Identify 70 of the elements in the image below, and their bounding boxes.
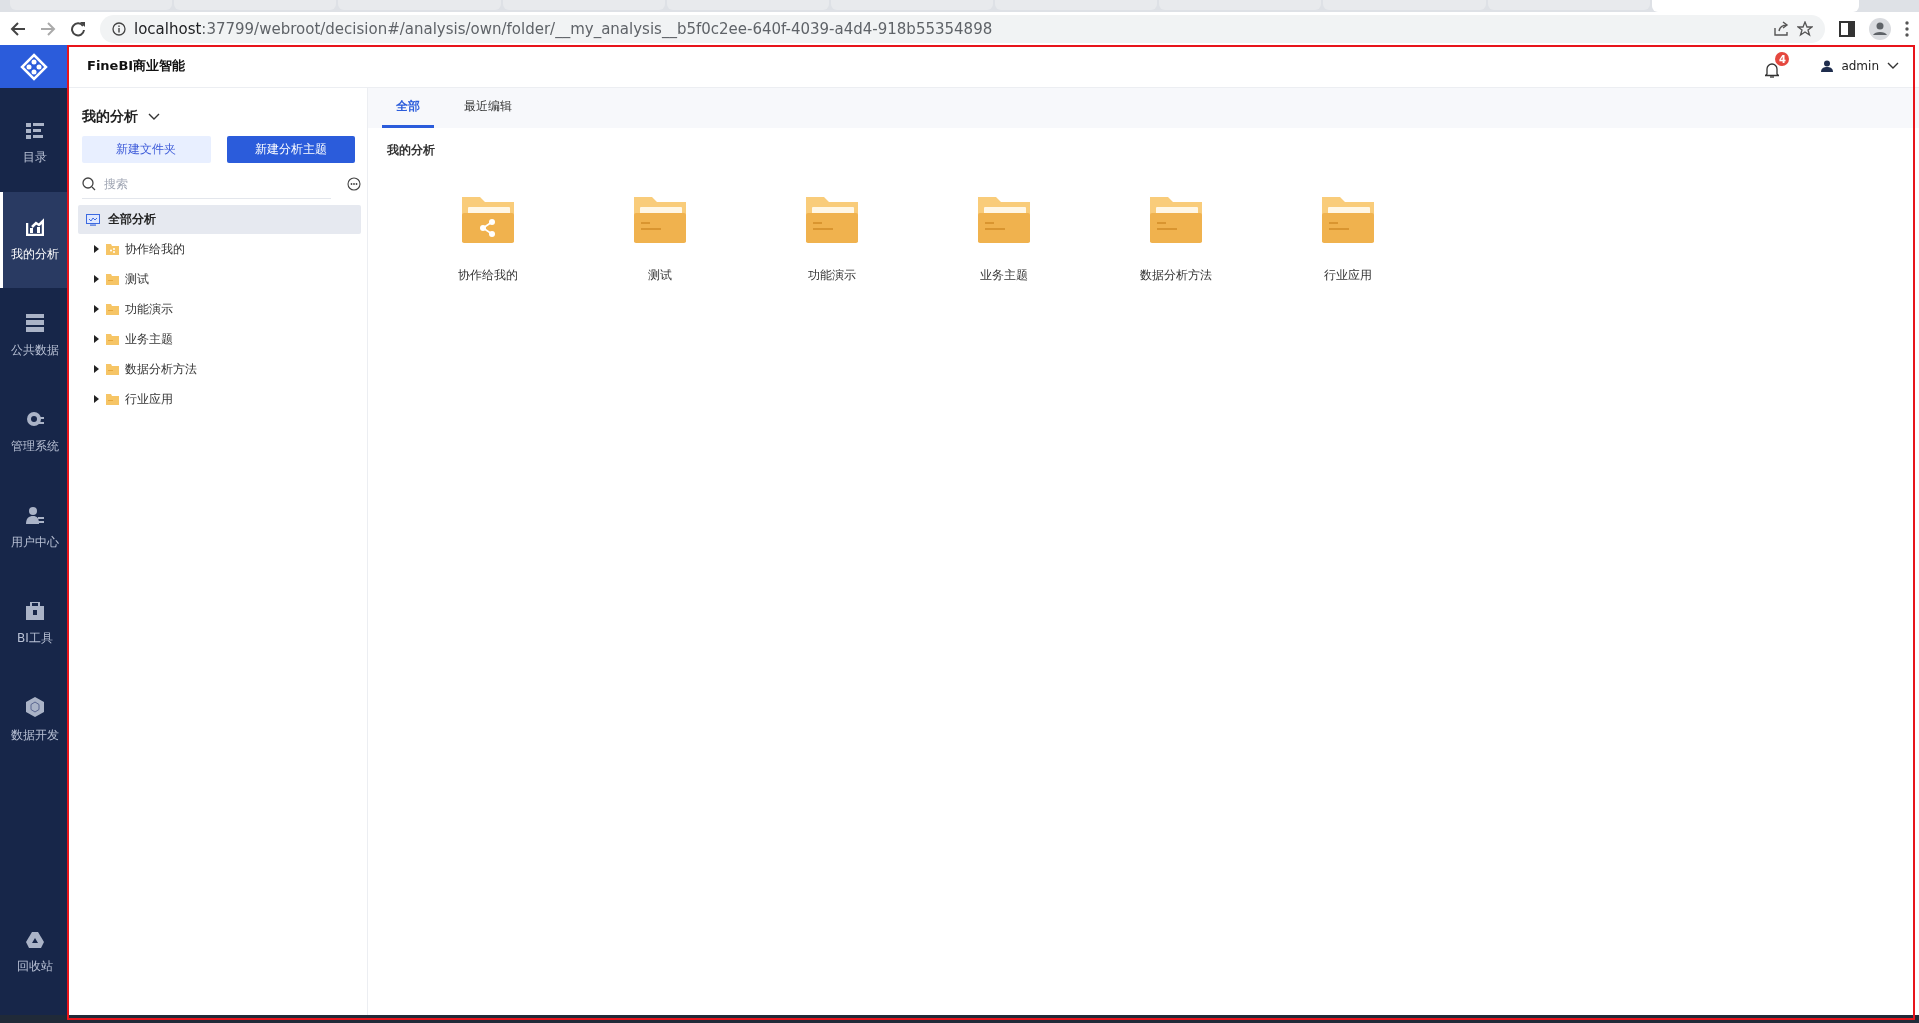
reload-icon[interactable] <box>70 20 86 37</box>
panel-title[interactable]: 我的分析 <box>82 108 138 126</box>
folder-item[interactable]: 测试 <box>574 195 746 284</box>
bell-icon <box>1765 62 1780 78</box>
more-icon[interactable] <box>347 177 361 191</box>
nav-item[interactable]: 管理系统 <box>0 384 67 480</box>
notification-button[interactable]: 4 <box>1765 52 1792 80</box>
menu-icon[interactable] <box>1905 20 1909 37</box>
nav-item[interactable]: BI工具 <box>0 576 67 672</box>
toolbox-icon <box>26 601 44 620</box>
nav-item[interactable]: 回收站 <box>0 905 67 1001</box>
shared-folder-icon <box>460 195 516 245</box>
folder-icon <box>106 303 119 315</box>
nav-item[interactable]: 数据开发 <box>0 672 67 768</box>
folder-item[interactable]: 功能演示 <box>746 195 918 284</box>
logo[interactable] <box>0 45 67 88</box>
folder-icon <box>632 195 688 245</box>
folder-item[interactable]: 业务主题 <box>918 195 1090 284</box>
section-title: 我的分析 <box>386 142 436 159</box>
chart-icon <box>26 217 44 236</box>
nav-item[interactable]: 目录 <box>0 96 67 192</box>
forward-icon[interactable] <box>40 20 56 37</box>
folder-item[interactable]: 数据分析方法 <box>1090 195 1262 284</box>
search-field[interactable]: 搜索 <box>102 175 331 192</box>
user-icon <box>1821 60 1834 72</box>
profile-icon[interactable] <box>1869 17 1891 40</box>
cube-icon <box>26 696 44 717</box>
nav-item[interactable]: 公共数据 <box>0 288 67 384</box>
app-title: FineBI商业智能 <box>87 57 186 75</box>
tree-item[interactable]: 业务主题 <box>78 324 361 354</box>
back-icon[interactable] <box>10 20 26 37</box>
tab[interactable]: 全部 <box>382 88 434 128</box>
folder-icon <box>106 333 119 345</box>
search-icon <box>82 176 96 191</box>
chevron-down-icon[interactable] <box>148 113 160 121</box>
tab[interactable]: 最近编辑 <box>450 88 526 128</box>
folder-icon <box>106 363 119 375</box>
new-theme-button[interactable]: 新建分析主题 <box>226 136 355 163</box>
tree-item[interactable]: 协作给我的 <box>78 234 361 264</box>
logo-icon <box>19 52 48 81</box>
folder-icon <box>976 195 1032 245</box>
tree-item[interactable]: 功能演示 <box>78 294 361 324</box>
chevron-down-icon <box>1887 62 1899 70</box>
side-panel-icon[interactable] <box>1839 20 1855 37</box>
url-text: localhost:37799/webroot/decision#/analysis/own/folder/__my_analysis__b5f0c2ee-640f-4039-a4d4-918b55354898 <box>134 19 993 38</box>
folder-item[interactable]: 行业应用 <box>1262 195 1434 284</box>
folder-icon <box>804 195 860 245</box>
share-icon[interactable] <box>1773 20 1789 37</box>
folder-icon <box>1148 195 1204 245</box>
folder-item[interactable]: 协作给我的 <box>402 195 574 284</box>
address-bar[interactable]: localhost:37799/webroot/decision#/analysis/own/folder/__my_analysis__b5f0c2ee-640f-4039-a4d4-918b55354898 <box>100 14 1825 43</box>
monitor-icon <box>86 213 100 226</box>
notification-badge: 4 <box>1775 52 1790 66</box>
star-icon[interactable] <box>1797 20 1813 37</box>
tree-item[interactable]: 测试 <box>78 264 361 294</box>
nav-item[interactable]: 用户中心 <box>0 480 67 576</box>
database-icon <box>26 313 44 332</box>
tree-item[interactable]: 行业应用 <box>78 384 361 414</box>
list-icon <box>26 122 44 139</box>
folder-icon <box>1320 195 1376 245</box>
new-folder-button[interactable]: 新建文件夹 <box>82 136 211 163</box>
user-icon <box>26 505 44 524</box>
tree-item[interactable]: 数据分析方法 <box>78 354 361 384</box>
shared-folder-icon <box>106 243 119 255</box>
tree-item[interactable]: 全部分析 <box>78 205 361 234</box>
nav-item[interactable]: 我的分析 <box>0 192 67 288</box>
folder-icon <box>106 273 119 285</box>
folder-icon <box>106 393 119 405</box>
user-menu[interactable]: admin <box>1821 59 1899 73</box>
info-icon <box>112 21 126 36</box>
